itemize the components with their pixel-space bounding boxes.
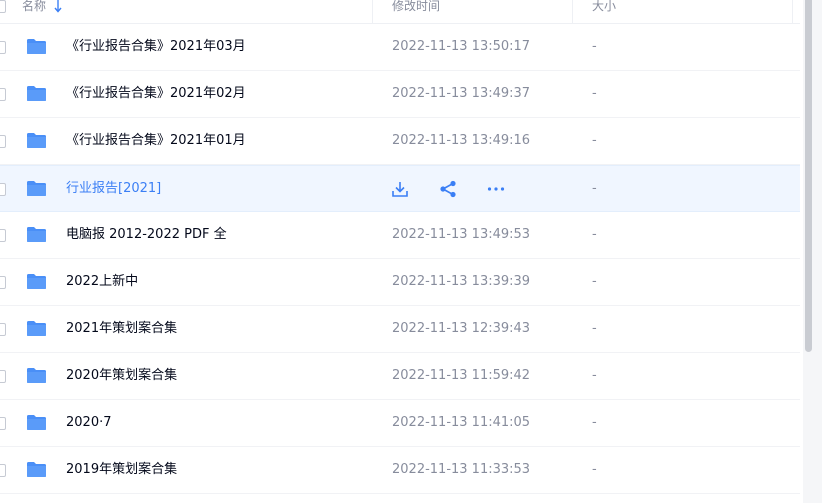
vertical-scrollbar[interactable] [803,0,822,503]
row-checkbox[interactable] [0,370,6,383]
column-size[interactable]: 大小 [572,0,793,23]
row-checkbox[interactable] [0,183,6,196]
file-list: 名称 修改时间 大小 《行业报告合集》2021年03月 2022-11-13 13… [0,0,800,503]
file-row[interactable]: 2022上新中 2022-11-13 13:39:39 - [0,259,800,306]
file-size: - [592,133,597,148]
column-name[interactable]: 名称 [0,0,372,23]
file-modified-time: 2022-11-13 13:49:53 [392,227,531,242]
file-row[interactable]: 《行业报告合集》2021年03月 2022-11-13 13:50:17 - [0,24,800,71]
file-modified-time: 2022-11-13 11:41:05 [392,415,531,430]
row-checkbox[interactable] [0,417,6,430]
file-size: - [592,462,597,477]
scrollbar-thumb[interactable] [805,0,812,352]
row-checkbox[interactable] [0,135,6,148]
folder-icon [26,461,47,478]
file-modified-time: 2022-11-13 13:49:37 [392,86,531,101]
row-checkbox[interactable] [0,464,6,477]
file-size: - [592,368,597,383]
folder-icon [26,367,47,384]
share-icon[interactable] [438,179,458,199]
file-modified-time: 2022-11-13 13:39:39 [392,274,531,289]
file-name[interactable]: 2020年策划案合集 [66,353,177,399]
file-row[interactable]: 行业报告[2021] - [0,165,800,212]
select-all-checkbox[interactable] [0,0,6,13]
folder-icon [26,273,47,290]
folder-icon [26,38,47,55]
arrow-down-icon[interactable] [53,0,63,13]
folder-icon [26,226,47,243]
file-modified-time: 2022-11-13 11:33:53 [392,462,531,477]
more-icon[interactable] [486,179,506,199]
file-name[interactable]: 行业报告[2021] [66,166,161,212]
column-name-label[interactable]: 名称 [22,0,46,13]
row-checkbox[interactable] [0,41,6,54]
file-name[interactable]: 2020·7 [66,400,112,446]
file-row[interactable]: 电脑报 2012-2022 PDF 全 2022-11-13 13:49:53 - [0,212,800,259]
file-name[interactable]: 2021年策划案合集 [66,306,177,352]
file-modified-time: 2022-11-13 12:39:43 [392,321,531,336]
column-modified-time[interactable]: 修改时间 [372,0,573,23]
row-checkbox[interactable] [0,229,6,242]
column-size-label[interactable]: 大小 [592,0,616,13]
file-modified-time: 2022-11-13 11:59:42 [392,368,531,383]
file-size: - [592,274,597,289]
folder-icon [26,320,47,337]
file-name[interactable]: 《行业报告合集》2021年02月 [66,71,246,117]
file-size: - [592,39,597,54]
row-checkbox[interactable] [0,323,6,336]
file-row[interactable]: 《行业报告合集》2021年01月 2022-11-13 13:49:16 - [0,118,800,165]
folder-icon [26,180,47,197]
file-modified-time: 2022-11-13 13:50:17 [392,39,531,54]
file-name[interactable]: 电脑报 2012-2022 PDF 全 [66,212,227,258]
file-name[interactable]: 《行业报告合集》2021年01月 [66,118,246,164]
file-row[interactable]: 2019年策划案合集 2022-11-13 11:33:53 - [0,447,800,494]
file-row[interactable]: 2020年策划案合集 2022-11-13 11:59:42 - [0,353,800,400]
file-row[interactable]: 2020·7 2022-11-13 11:41:05 - [0,400,800,447]
header-divider [792,0,793,23]
file-modified-time: 2022-11-13 13:49:16 [392,133,531,148]
download-icon[interactable] [390,179,410,199]
column-time-label[interactable]: 修改时间 [392,0,440,13]
file-name[interactable]: 《行业报告合集》2021年03月 [66,24,246,70]
file-size: - [592,181,597,196]
file-name[interactable]: 2022上新中 [66,259,138,305]
folder-icon [26,132,47,149]
file-row[interactable]: 2021年策划案合集 2022-11-13 12:39:43 - [0,306,800,353]
file-size: - [592,321,597,336]
folder-icon [26,414,47,431]
list-header: 名称 修改时间 大小 [0,0,800,24]
file-row[interactable]: 《行业报告合集》2021年02月 2022-11-13 13:49:37 - [0,71,800,118]
file-size: - [592,86,597,101]
file-name[interactable]: 2019年策划案合集 [66,447,177,493]
folder-icon [26,85,47,102]
file-size: - [592,227,597,242]
file-size: - [592,415,597,430]
row-checkbox[interactable] [0,276,6,289]
row-checkbox[interactable] [0,88,6,101]
